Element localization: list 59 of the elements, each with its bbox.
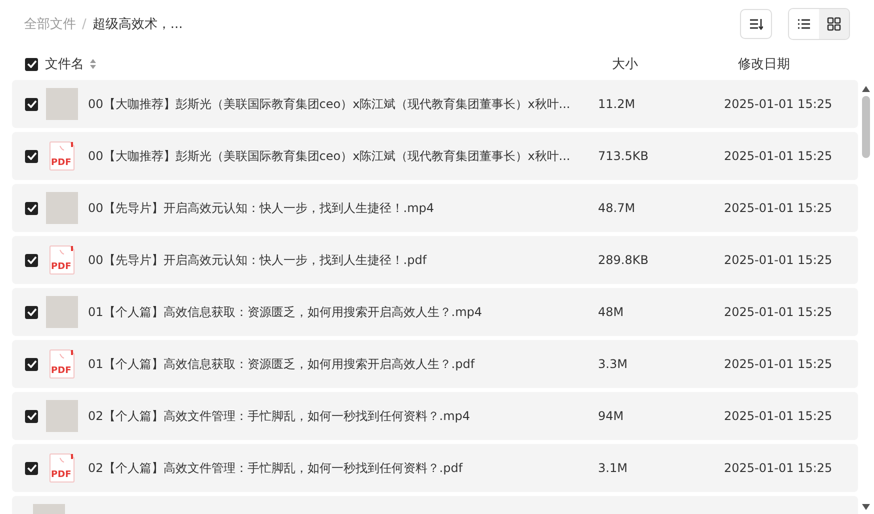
row-checkbox[interactable] bbox=[25, 98, 38, 110]
select-all-checkbox[interactable] bbox=[25, 58, 38, 70]
modified-date: 2025-01-01 15:25 bbox=[724, 253, 834, 267]
column-header: 大小 bbox=[612, 56, 639, 73]
row-checkbox[interactable] bbox=[25, 462, 38, 474]
file-row[interactable]: PDF 00【先导片】开启高效元认知：快人一步，找到人生捷径！.pdf 289.8KB 2025-01-01 15:25 bbox=[12, 236, 858, 284]
photo-placeholder bbox=[46, 400, 78, 432]
column-header[interactable]: 文件名 bbox=[45, 55, 84, 73]
row-checkbox[interactable] bbox=[25, 254, 38, 266]
modified-date: 2025-01-01 15:25 bbox=[724, 357, 834, 371]
row-checkbox[interactable] bbox=[25, 202, 38, 214]
photo-placeholder bbox=[46, 296, 78, 328]
photo-placeholder bbox=[46, 192, 78, 224]
row-checkbox[interactable] bbox=[25, 306, 38, 318]
scroll-down-icon[interactable] bbox=[862, 504, 870, 510]
file-name[interactable]: 02【个人篇】高效文件管理：手忙脚乱，如何一秒找到任何资料？.mp4 bbox=[88, 408, 598, 424]
breadcrumb-separator: / bbox=[82, 16, 86, 32]
file-size: 3.3M bbox=[598, 357, 628, 371]
sort-arrows-icon[interactable] bbox=[89, 58, 97, 70]
file-name[interactable]: 00【先导片】开启高效元认知：快人一步，找到人生捷径！.mp4 bbox=[88, 200, 598, 216]
file-size: 48M bbox=[598, 305, 625, 319]
row-checkbox[interactable] bbox=[25, 150, 38, 162]
file-name[interactable]: 00【大咖推荐】彭斯光（美联国际教育集团ceo）x陈江斌（现代教育集团董事长）x秋叶... bbox=[88, 148, 598, 164]
list-icon bbox=[797, 18, 811, 30]
file-size: 3.1M bbox=[598, 461, 628, 475]
file-row[interactable]: 00【大咖推荐】彭斯光（美联国际教育集团ceo）x陈江斌（现代教育集团董事长）x秋叶... 11.2M 2025-01-01 15:25 bbox=[12, 80, 858, 128]
modified-date: 2025-01-01 15:25 bbox=[724, 461, 834, 475]
file-name[interactable]: 00【大咖推荐】彭斯光（美联国际教育集团ceo）x陈江斌（现代教育集团董事长）x秋叶... bbox=[88, 96, 598, 112]
modified-date: 2025-01-01 15:25 bbox=[724, 305, 834, 319]
modified-date: 2025-01-01 15:25 bbox=[724, 409, 834, 423]
file-size: 94M bbox=[598, 409, 625, 423]
file-row[interactable]: PDF 01【个人篇】高效信息获取：资源匮乏，如何用搜索开启高效人生？.pdf 3.3M 2025-01-01 15:25 bbox=[12, 340, 858, 388]
scrollbar-thumb[interactable] bbox=[862, 96, 870, 158]
modified-date: 2025-01-01 15:25 bbox=[724, 97, 834, 111]
file-size: 48.7M bbox=[598, 201, 636, 215]
file-row[interactable]: 02【个人篇】高效文件管理：手忙脚乱，如何一秒找到任何资料？.mp4 94M 2025-01-01 15:25 bbox=[12, 392, 858, 440]
modified-date: 2025-01-01 15:25 bbox=[724, 149, 834, 163]
file-name[interactable]: 00【先导片】开启高效元认知：快人一步，找到人生捷径！.pdf bbox=[88, 252, 598, 268]
file-size: 713.5KB bbox=[598, 149, 650, 163]
photo-placeholder bbox=[46, 88, 78, 120]
file-row[interactable]: PDF 00【大咖推荐】彭斯光（美联国际教育集团ceo）x陈江斌（现代教育集团董事长）x秋叶... 713.5KB 2025-01-01 15:25 bbox=[12, 132, 858, 180]
scroll-up-icon[interactable] bbox=[862, 86, 870, 92]
file-row[interactable]: PDF 02【个人篇】高效文件管理：手忙脚乱，如何一秒找到任何资料？.pdf 3.1M 2025-01-01 15:25 bbox=[12, 444, 858, 492]
column-header: 修改日期 bbox=[738, 56, 791, 73]
row-checkbox[interactable] bbox=[25, 358, 38, 370]
sort-icon bbox=[749, 18, 763, 30]
file-name[interactable]: 01【个人篇】高效信息获取：资源匮乏，如何用搜索开启高效人生？.mp4 bbox=[88, 304, 598, 320]
file-size: 289.8KB bbox=[598, 253, 650, 267]
row-checkbox[interactable] bbox=[25, 410, 38, 422]
modified-date: 2025-01-01 15:25 bbox=[724, 201, 834, 215]
list-view-button[interactable] bbox=[789, 9, 819, 39]
grid-icon bbox=[827, 17, 841, 31]
file-name[interactable]: 02【个人篇】高效文件管理：手忙脚乱，如何一秒找到任何资料？.pdf bbox=[88, 460, 598, 476]
sort-button[interactable] bbox=[740, 9, 772, 39]
file-row[interactable]: 01【个人篇】高效信息获取：资源匮乏，如何用搜索开启高效人生？.mp4 48M 2025-01-01 15:25 bbox=[12, 288, 858, 336]
file-size: 11.2M bbox=[598, 97, 636, 111]
file-name[interactable]: 01【个人篇】高效信息获取：资源匮乏，如何用搜索开启高效人生？.pdf bbox=[88, 356, 598, 372]
file-row[interactable]: 00【先导片】开启高效元认知：快人一步，找到人生捷径！.mp4 48.7M 2025-01-01 15:25 bbox=[12, 184, 858, 232]
breadcrumb-item: 超级高效术，... bbox=[92, 16, 183, 33]
